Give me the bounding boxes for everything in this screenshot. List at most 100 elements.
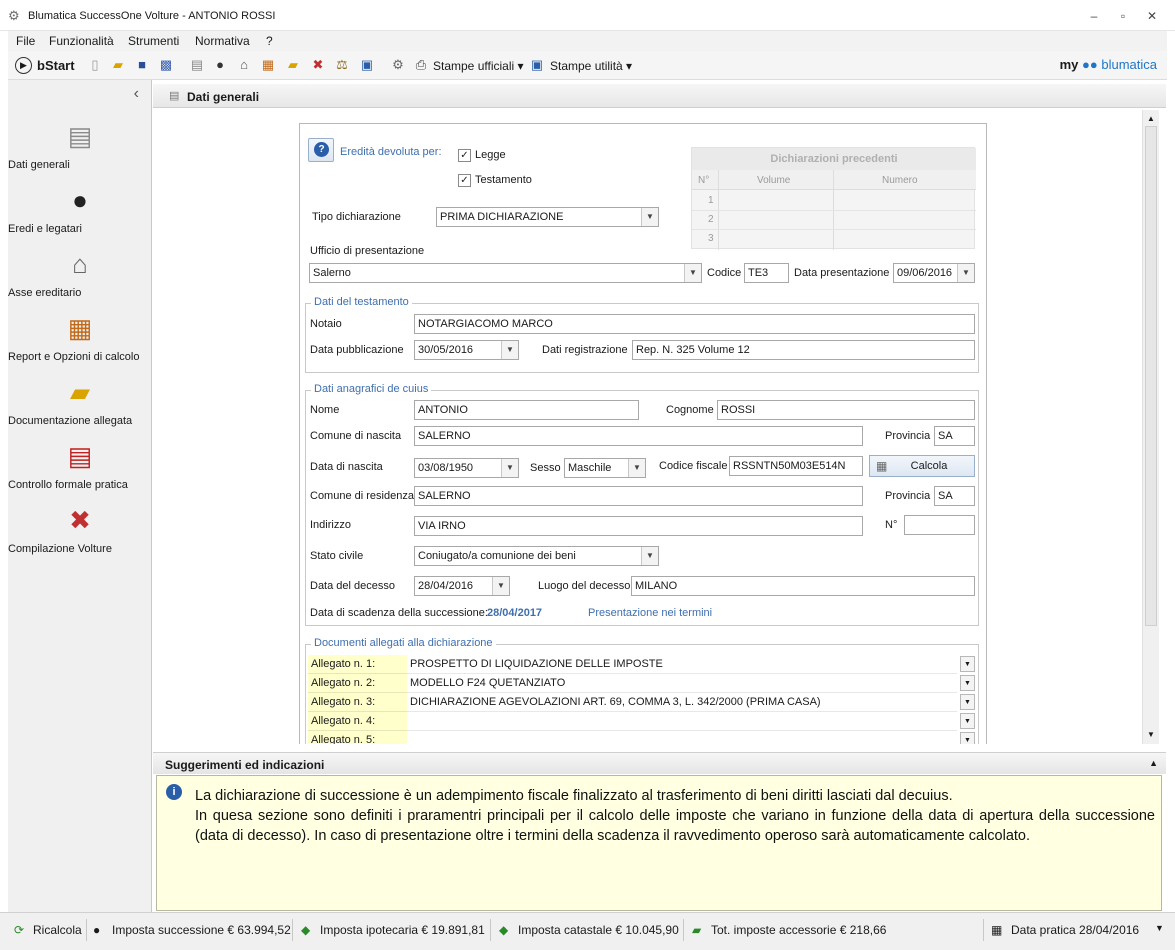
chevron-down-icon[interactable]: ▼ <box>957 264 974 282</box>
sidebar-item-eredi[interactable]: ● Eredi e legatari <box>8 184 152 235</box>
chevron-down-icon[interactable]: ▼ <box>960 694 975 710</box>
chevron-down-icon[interactable]: ▼ <box>684 264 701 282</box>
folder-icon[interactable]: ▰ <box>285 57 301 73</box>
notaio-field[interactable]: NOTARGIACOMO MARCO <box>414 314 975 334</box>
word-doc-icon[interactable]: ▣ <box>359 57 375 73</box>
data-nascita-label: Data di nascita <box>310 461 383 473</box>
cuius-group-title: Dati anagrafici de cuius <box>311 383 432 395</box>
legge-checkbox[interactable]: ✓ <box>458 149 471 162</box>
allegato-value[interactable] <box>407 712 957 731</box>
provincia-residenza-field[interactable]: SA <box>934 486 975 506</box>
dati-registrazione-field[interactable]: Rep. N. 325 Volume 12 <box>632 340 975 360</box>
house-icon[interactable]: ⌂ <box>236 57 252 73</box>
stato-civile-select[interactable]: Coniugato/a comunione dei beni ▼ <box>414 546 659 566</box>
chevron-down-icon[interactable]: ▼ <box>960 675 975 691</box>
data-nascita-field[interactable]: 03/08/1950 ▼ <box>414 458 519 478</box>
help-button[interactable]: ? <box>308 138 334 162</box>
menu-strumenti[interactable]: Strumenti <box>128 34 179 48</box>
data-presentazione-field[interactable]: 09/06/2016 ▼ <box>893 263 975 283</box>
suggestions-header: Suggerimenti ed indicazioni ▲ <box>153 752 1166 774</box>
chevron-down-icon[interactable]: ▼ <box>960 656 975 672</box>
maximize-button[interactable]: ▫ <box>1112 8 1134 24</box>
suggestions-title: Suggerimenti ed indicazioni <box>165 758 325 772</box>
new-document-icon[interactable]: ▯ <box>87 57 103 73</box>
sidebar-item-asse[interactable]: ⌂ Asse ereditario <box>8 248 152 299</box>
allegato-value[interactable]: MODELLO F24 QUETANZIATO <box>407 674 957 693</box>
sidebar-item-report[interactable]: ▦ Report e Opzioni di calcolo <box>8 312 152 363</box>
scroll-thumb[interactable] <box>1145 126 1157 626</box>
sesso-select[interactable]: Maschile ▼ <box>564 458 646 478</box>
minimize-button[interactable]: – <box>1083 8 1105 24</box>
chevron-down-icon[interactable]: ▼ <box>492 577 509 595</box>
nome-field[interactable]: ANTONIO <box>414 400 639 420</box>
chevron-down-icon[interactable]: ▼ <box>641 208 658 226</box>
comune-nascita-field[interactable]: SALERNO <box>414 426 863 446</box>
settings-icon[interactable]: ⚙ <box>390 57 406 73</box>
ufficio-select[interactable]: Salerno ▼ <box>309 263 702 283</box>
row-number: 3 <box>708 233 714 244</box>
data-pubblicazione-field[interactable]: 30/05/2016 ▼ <box>414 340 519 360</box>
chevron-down-icon[interactable]: ▼ <box>501 459 518 477</box>
volture-icon[interactable]: ✖ <box>310 57 326 73</box>
tipo-dichiarazione-select[interactable]: PRIMA DICHIARAZIONE ▼ <box>436 207 659 227</box>
chevron-down-icon[interactable]: ▼ <box>960 732 975 744</box>
save-icon[interactable]: ■ <box>134 57 150 73</box>
chevron-down-icon[interactable]: ▼ <box>960 713 975 729</box>
menu-file[interactable]: File <box>16 34 35 48</box>
menu-normativa[interactable]: Normativa <box>195 34 250 48</box>
nome-label: Nome <box>310 404 340 416</box>
table-row: Allegato n. 5: ▼ <box>308 731 976 744</box>
dichiarazioni-precedenti-table: Dichiarazioni precedenti N° Volume Numer… <box>691 147 976 250</box>
allegato-value[interactable]: PROSPETTO DI LIQUIDAZIONE DELLE IMPOSTE <box>407 655 957 674</box>
window-title: Blumatica SuccessOne Volture - ANTONIO R… <box>28 10 276 22</box>
scroll-up-icon[interactable]: ▲ <box>1147 114 1155 123</box>
person-icon[interactable]: ● <box>212 57 228 73</box>
ricalcola-button[interactable]: Ricalcola <box>33 923 82 937</box>
luogo-decesso-field[interactable]: MILANO <box>631 576 975 596</box>
bstart-icon[interactable]: ▶ <box>15 57 32 74</box>
calculator-icon[interactable]: ▦ <box>260 57 276 73</box>
chevron-down-icon[interactable]: ▼ <box>1155 923 1164 933</box>
open-folder-icon[interactable]: ▰ <box>110 57 126 73</box>
menu-funzionalita[interactable]: Funzionalità <box>49 34 114 48</box>
presentazione-note: Presentazione nei termini <box>588 607 713 619</box>
allegato-value[interactable] <box>407 731 957 744</box>
testamento-checkbox[interactable]: ✓ <box>458 174 471 187</box>
codice-field[interactable]: TE3 <box>744 263 789 283</box>
sidebar: ‹ ▤ Dati generali ● Eredi e legatari ⌂ A… <box>8 80 152 912</box>
chevron-down-icon[interactable]: ▼ <box>501 341 518 359</box>
cognome-field[interactable]: ROSSI <box>717 400 975 420</box>
sidebar-item-dati-generali[interactable]: ▤ Dati generali <box>8 120 152 171</box>
collapse-icon[interactable]: ▲ <box>1149 758 1158 768</box>
document-icon: ▤ <box>67 121 93 151</box>
numero-civico-field[interactable] <box>904 515 975 535</box>
save-all-icon[interactable]: ▩ <box>158 57 174 73</box>
data-decesso-field[interactable]: 28/04/2016 ▼ <box>414 576 510 596</box>
sidebar-item-volture[interactable]: ✖ Compilazione Volture <box>8 504 152 555</box>
calcola-button[interactable]: ▦ Calcola <box>869 455 975 477</box>
sidebar-item-controllo[interactable]: ▤ Controllo formale pratica <box>8 440 152 491</box>
sidebar-item-documentazione[interactable]: ▰ Documentazione allegata <box>8 376 152 427</box>
help-icon: ? <box>314 142 329 157</box>
allegato-value[interactable]: DICHIARAZIONE AGEVOLAZIONI ART. 69, COMM… <box>407 693 957 712</box>
bstart-button[interactable]: bStart <box>37 58 75 73</box>
document-icon[interactable]: ▤ <box>189 57 205 73</box>
column-header: Volume <box>757 175 791 186</box>
chevron-down-icon[interactable]: ▼ <box>641 547 658 565</box>
close-button[interactable]: ✕ <box>1141 8 1163 24</box>
vertical-scrollbar[interactable]: ▲ ▼ <box>1142 110 1159 744</box>
codice-fiscale-field[interactable]: RSSNTN50M03E514N <box>729 456 863 476</box>
scroll-down-icon[interactable]: ▼ <box>1147 730 1155 739</box>
menu-help[interactable]: ? <box>266 34 273 48</box>
allegato-label: Allegato n. 4: <box>308 712 407 731</box>
codice-fiscale-label: Codice fiscale <box>659 460 728 472</box>
comune-residenza-field[interactable]: SALERNO <box>414 486 863 506</box>
luogo-decesso-label: Luogo del decesso <box>538 580 631 592</box>
provincia-nascita-field[interactable]: SA <box>934 426 975 446</box>
chevron-down-icon[interactable]: ▼ <box>628 459 645 477</box>
stampe-ufficiali-button[interactable]: Stampe ufficiali ▾ <box>433 59 524 73</box>
sidebar-collapse-button[interactable]: ‹ <box>134 85 139 103</box>
indirizzo-field[interactable]: VIA IRNO <box>414 516 863 536</box>
stampe-utilita-button[interactable]: Stampe utilità ▾ <box>550 59 632 73</box>
scales-icon[interactable]: ⚖ <box>334 57 350 73</box>
